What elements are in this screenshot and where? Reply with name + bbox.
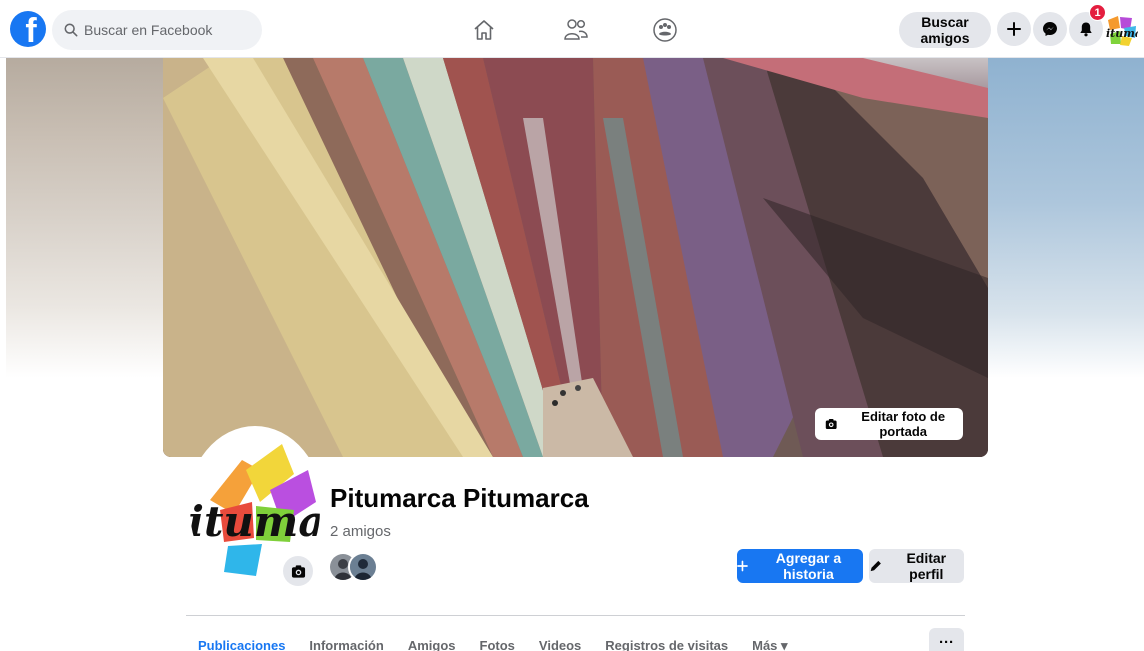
facebook-logo[interactable]: f <box>10 11 46 47</box>
tab-informacion[interactable]: Información <box>297 638 395 651</box>
tab-amigos[interactable]: Amigos <box>396 638 468 651</box>
update-profile-picture-button[interactable] <box>283 556 313 586</box>
friends-count[interactable]: 2 amigos <box>330 523 391 540</box>
groups-nav[interactable] <box>647 12 683 48</box>
tab-fotos[interactable]: Fotos <box>468 638 527 651</box>
friend-avatar[interactable] <box>348 552 378 582</box>
cover-photo[interactable] <box>163 58 988 457</box>
home-nav[interactable] <box>466 12 502 48</box>
camera-icon <box>291 564 305 578</box>
search-icon <box>64 23 78 37</box>
add-to-story-label: Agregar a historia <box>775 550 842 582</box>
avatar-mini-text: itumai <box>1106 27 1138 40</box>
messenger-icon <box>1043 22 1057 36</box>
more-options-button[interactable]: ··· <box>929 628 964 651</box>
profile-picture-text: itumai <box>190 497 320 546</box>
plus-icon <box>737 560 748 572</box>
find-friends-button[interactable]: Buscar amigos <box>899 12 991 48</box>
friends-nav[interactable] <box>558 12 594 48</box>
plus-icon <box>1007 22 1021 36</box>
add-to-story-button[interactable]: Agregar a historia <box>737 549 863 583</box>
tab-videos[interactable]: Videos <box>527 638 593 651</box>
home-icon <box>474 20 494 40</box>
header-divider <box>186 615 965 616</box>
account-avatar[interactable]: itumai <box>1104 14 1138 48</box>
tab-publicaciones[interactable]: Publicaciones <box>186 638 297 651</box>
profile-name: Pitumarca Pitumarca <box>330 483 589 513</box>
tab-registros-de-visitas[interactable]: Registros de visitas <box>593 638 740 651</box>
search-box[interactable] <box>52 10 262 50</box>
messenger-button[interactable] <box>1033 12 1067 46</box>
notification-badge: 1 <box>1089 4 1106 21</box>
edit-cover-photo-button[interactable]: Editar foto de portada <box>815 408 963 440</box>
tab-mas[interactable]: Más ▾ <box>740 638 799 651</box>
friends-icon <box>564 19 588 40</box>
create-button[interactable] <box>997 12 1031 46</box>
profile-tabs: Publicaciones Información Amigos Fotos V… <box>186 638 800 651</box>
groups-icon <box>653 18 677 42</box>
pencil-icon <box>870 560 881 572</box>
camera-icon <box>825 418 837 430</box>
top-navbar: f Buscar amigos <box>0 0 1144 58</box>
edit-profile-button[interactable]: Editar perfil <box>869 549 964 583</box>
edit-cover-label: Editar foto de portada <box>861 409 946 439</box>
bell-icon <box>1080 22 1092 37</box>
search-input[interactable] <box>84 22 244 38</box>
edit-profile-label: Editar perfil <box>906 550 947 582</box>
